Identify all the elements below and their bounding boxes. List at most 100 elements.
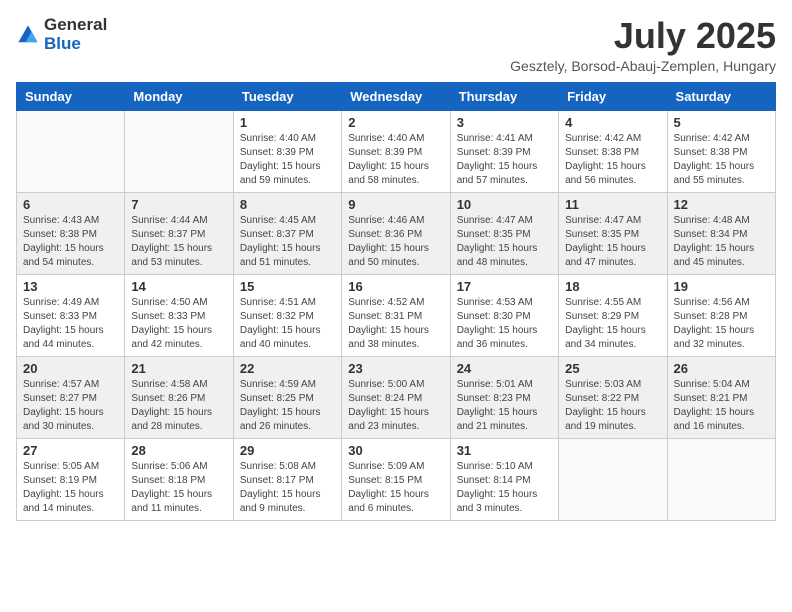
weekday-header-saturday: Saturday — [667, 82, 775, 110]
day-number: 21 — [131, 361, 226, 376]
day-number: 30 — [348, 443, 443, 458]
day-number: 12 — [674, 197, 769, 212]
day-number: 6 — [23, 197, 118, 212]
logo: General Blue — [16, 16, 107, 53]
calendar-day-cell: 4 Sunrise: 4:42 AMSunset: 8:38 PMDaylight… — [559, 110, 667, 192]
day-number: 10 — [457, 197, 552, 212]
day-info: Sunrise: 4:47 AMSunset: 8:35 PMDaylight:… — [457, 214, 552, 270]
day-number: 19 — [674, 279, 769, 294]
calendar-day-cell: 25Sunrise: 5:03 AMSunset: 8:22 PMDayligh… — [559, 356, 667, 438]
day-info: Sunrise: 4:40 AMSunset: 8:39 PMDaylight:… — [240, 132, 335, 188]
day-info: Sunrise: 4:57 AMSunset: 8:27 PMDaylight:… — [23, 378, 118, 434]
calendar-week-row: 1Sunrise: 4:40 AMSunset: 8:39 PMDaylight… — [17, 110, 776, 192]
day-number: 26 — [674, 361, 769, 376]
day-info: Sunrise: 4:41 AMSunset: 8:39 PMDaylight:… — [457, 132, 552, 188]
calendar-day-cell: 21Sunrise: 4:58 AMSunset: 8:26 PMDayligh… — [125, 356, 233, 438]
day-info: Sunrise: 4:55 AMSunset: 8:29 PMDaylight:… — [565, 296, 660, 352]
calendar-day-cell: 19Sunrise: 4:56 AMSunset: 8:28 PMDayligh… — [667, 274, 775, 356]
logo-general-text: General — [44, 16, 107, 35]
calendar-day-cell: 15Sunrise: 4:51 AMSunset: 8:32 PMDayligh… — [233, 274, 341, 356]
calendar-day-cell — [667, 438, 775, 520]
calendar-day-cell — [17, 110, 125, 192]
day-number: 9 — [348, 197, 443, 212]
day-info: Sunrise: 5:08 AMSunset: 8:17 PMDaylight:… — [240, 460, 335, 516]
day-number: 2 — [348, 115, 443, 130]
calendar-day-cell: 26 Sunrise: 5:04 AMSunset: 8:21 PMDayligh… — [667, 356, 775, 438]
calendar-day-cell: 31 Sunrise: 5:10 AMSunset: 8:14 PMDayligh… — [450, 438, 558, 520]
calendar-day-cell: 11 Sunrise: 4:47 AMSunset: 8:35 PMDayligh… — [559, 192, 667, 274]
weekday-header-wednesday: Wednesday — [342, 82, 450, 110]
day-info: Sunrise: 4:50 AMSunset: 8:33 PMDaylight:… — [131, 296, 226, 352]
calendar-day-cell: 12 Sunrise: 4:48 AMSunset: 8:34 PMDayligh… — [667, 192, 775, 274]
day-info: Sunrise: 4:42 AMSunset: 8:38 PMDaylight:… — [674, 132, 769, 188]
calendar-day-cell: 7 Sunrise: 4:44 AMSunset: 8:37 PMDaylight… — [125, 192, 233, 274]
day-number: 16 — [348, 279, 443, 294]
day-info: Sunrise: 5:10 AMSunset: 8:14 PMDaylight:… — [457, 460, 552, 516]
day-number: 3 — [457, 115, 552, 130]
calendar-day-cell: 27 Sunrise: 5:05 AMSunset: 8:19 PMDayligh… — [17, 438, 125, 520]
weekday-header-row: SundayMondayTuesdayWednesdayThursdayFrid… — [17, 82, 776, 110]
calendar-day-cell: 14Sunrise: 4:50 AMSunset: 8:33 PMDayligh… — [125, 274, 233, 356]
day-number: 28 — [131, 443, 226, 458]
location: Gesztely, Borsod-Abauj-Zemplen, Hungary — [510, 58, 776, 74]
day-info: Sunrise: 4:40 AMSunset: 8:39 PMDaylight:… — [348, 132, 443, 188]
day-number: 31 — [457, 443, 552, 458]
day-number: 22 — [240, 361, 335, 376]
calendar-day-cell: 22Sunrise: 4:59 AMSunset: 8:25 PMDayligh… — [233, 356, 341, 438]
calendar-day-cell: 24 Sunrise: 5:01 AMSunset: 8:23 PMDayligh… — [450, 356, 558, 438]
day-number: 20 — [23, 361, 118, 376]
day-number: 27 — [23, 443, 118, 458]
weekday-header-tuesday: Tuesday — [233, 82, 341, 110]
calendar-table: SundayMondayTuesdayWednesdayThursdayFrid… — [16, 82, 776, 521]
day-info: Sunrise: 4:46 AMSunset: 8:36 PMDaylight:… — [348, 214, 443, 270]
calendar-day-cell: 9 Sunrise: 4:46 AMSunset: 8:36 PMDaylight… — [342, 192, 450, 274]
day-info: Sunrise: 4:42 AMSunset: 8:38 PMDaylight:… — [565, 132, 660, 188]
day-info: Sunrise: 4:49 AMSunset: 8:33 PMDaylight:… — [23, 296, 118, 352]
calendar-week-row: 13 Sunrise: 4:49 AMSunset: 8:33 PMDayligh… — [17, 274, 776, 356]
day-number: 11 — [565, 197, 660, 212]
day-info: Sunrise: 4:43 AMSunset: 8:38 PMDaylight:… — [23, 214, 118, 270]
logo-blue-text: Blue — [44, 35, 107, 54]
logo-icon — [16, 23, 40, 47]
calendar-day-cell: 13 Sunrise: 4:49 AMSunset: 8:33 PMDayligh… — [17, 274, 125, 356]
calendar-day-cell: 6 Sunrise: 4:43 AMSunset: 8:38 PMDaylight… — [17, 192, 125, 274]
weekday-header-sunday: Sunday — [17, 82, 125, 110]
calendar-day-cell: 2 Sunrise: 4:40 AMSunset: 8:39 PMDaylight… — [342, 110, 450, 192]
day-info: Sunrise: 4:48 AMSunset: 8:34 PMDaylight:… — [674, 214, 769, 270]
calendar-day-cell — [125, 110, 233, 192]
calendar-day-cell: 28 Sunrise: 5:06 AMSunset: 8:18 PMDayligh… — [125, 438, 233, 520]
calendar-day-cell: 30 Sunrise: 5:09 AMSunset: 8:15 PMDayligh… — [342, 438, 450, 520]
day-info: Sunrise: 4:44 AMSunset: 8:37 PMDaylight:… — [131, 214, 226, 270]
calendar-day-cell: 5 Sunrise: 4:42 AMSunset: 8:38 PMDaylight… — [667, 110, 775, 192]
day-number: 25 — [565, 361, 660, 376]
calendar-day-cell: 10 Sunrise: 4:47 AMSunset: 8:35 PMDayligh… — [450, 192, 558, 274]
day-info: Sunrise: 5:05 AMSunset: 8:19 PMDaylight:… — [23, 460, 118, 516]
day-number: 8 — [240, 197, 335, 212]
day-info: Sunrise: 5:00 AMSunset: 8:24 PMDaylight:… — [348, 378, 443, 434]
calendar-day-cell: 16 Sunrise: 4:52 AMSunset: 8:31 PMDayligh… — [342, 274, 450, 356]
calendar-day-cell: 20 Sunrise: 4:57 AMSunset: 8:27 PMDayligh… — [17, 356, 125, 438]
day-info: Sunrise: 5:09 AMSunset: 8:15 PMDaylight:… — [348, 460, 443, 516]
day-number: 24 — [457, 361, 552, 376]
calendar-day-cell: 23Sunrise: 5:00 AMSunset: 8:24 PMDayligh… — [342, 356, 450, 438]
title-section: July 2025 Gesztely, Borsod-Abauj-Zemplen… — [510, 16, 776, 74]
day-number: 4 — [565, 115, 660, 130]
day-info: Sunrise: 4:47 AMSunset: 8:35 PMDaylight:… — [565, 214, 660, 270]
day-info: Sunrise: 4:45 AMSunset: 8:37 PMDaylight:… — [240, 214, 335, 270]
day-number: 17 — [457, 279, 552, 294]
day-number: 13 — [23, 279, 118, 294]
day-number: 18 — [565, 279, 660, 294]
day-info: Sunrise: 4:52 AMSunset: 8:31 PMDaylight:… — [348, 296, 443, 352]
day-info: Sunrise: 5:04 AMSunset: 8:21 PMDaylight:… — [674, 378, 769, 434]
calendar-day-cell: 17Sunrise: 4:53 AMSunset: 8:30 PMDayligh… — [450, 274, 558, 356]
day-number: 5 — [674, 115, 769, 130]
day-info: Sunrise: 5:06 AMSunset: 8:18 PMDaylight:… — [131, 460, 226, 516]
day-info: Sunrise: 5:01 AMSunset: 8:23 PMDaylight:… — [457, 378, 552, 434]
weekday-header-thursday: Thursday — [450, 82, 558, 110]
weekday-header-friday: Friday — [559, 82, 667, 110]
calendar-day-cell: 29Sunrise: 5:08 AMSunset: 8:17 PMDayligh… — [233, 438, 341, 520]
day-number: 7 — [131, 197, 226, 212]
weekday-header-monday: Monday — [125, 82, 233, 110]
day-number: 15 — [240, 279, 335, 294]
page-header: General Blue July 2025 Gesztely, Borsod-… — [16, 16, 776, 74]
